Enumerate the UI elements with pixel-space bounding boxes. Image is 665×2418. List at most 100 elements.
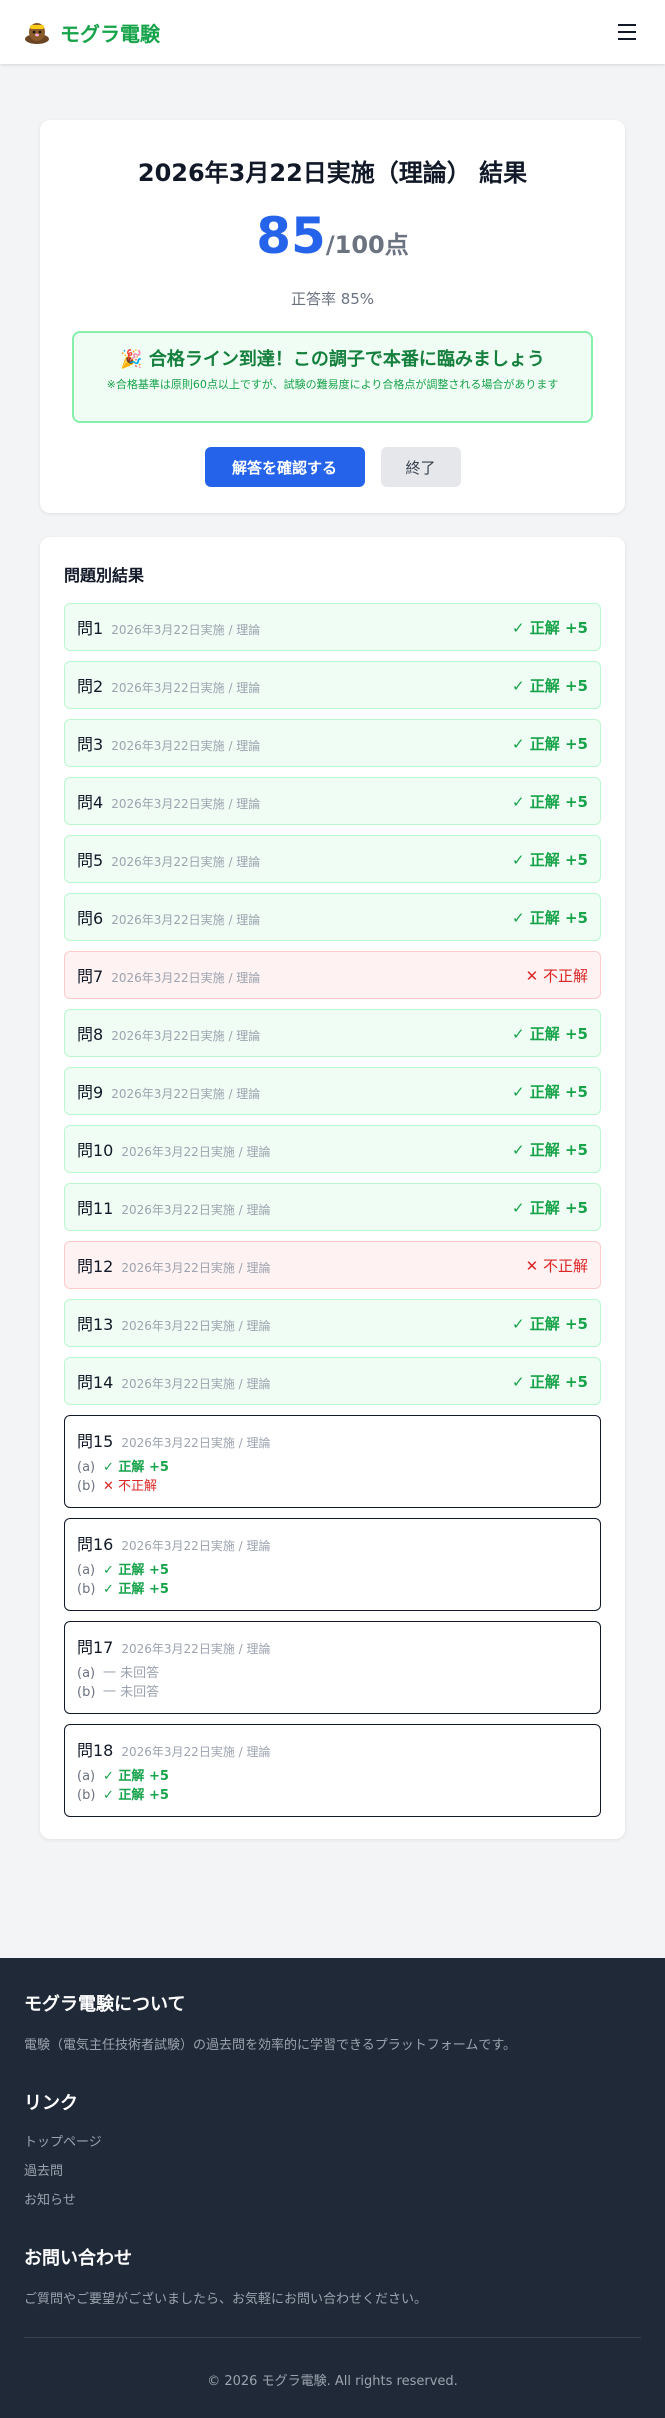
sub-question-label: (a) <box>77 1460 96 1475</box>
footer-contact-text: ご質問やご要望がございましたら、お気軽にお問い合わせください。 <box>24 2292 428 2307</box>
footer-link-news[interactable]: お知らせ <box>24 2189 641 2208</box>
question-result: ✓ 正解 +5 <box>511 676 588 695</box>
question-source: 2026年3月22日実施 / 理論 <box>121 1436 271 1450</box>
question-row[interactable]: 問14 2026年3月22日実施 / 理論 ✓ 正解 +5 <box>64 1357 601 1405</box>
sub-question-row: (a) ✓ 正解 +5 <box>77 1561 588 1580</box>
question-number: 問18 <box>77 1741 114 1760</box>
question-source: 2026年3月22日実施 / 理論 <box>111 739 261 753</box>
score-max: /100点 <box>325 231 409 259</box>
question-info: 問16 2026年3月22日実施 / 理論 <box>77 1531 588 1555</box>
question-result: ✓ 正解 +5 <box>511 908 588 927</box>
sub-question-label: (b) <box>77 1685 96 1700</box>
question-info: 問3 2026年3月22日実施 / 理論 <box>77 731 260 755</box>
question-info: 問8 2026年3月22日実施 / 理論 <box>77 1021 260 1045</box>
question-info: 問17 2026年3月22日実施 / 理論 <box>77 1634 588 1658</box>
footer-divider <box>24 2337 641 2338</box>
question-row-multi[interactable]: 問15 2026年3月22日実施 / 理論 (a) ✓ 正解 +5 (b) ✕ 不正解 <box>64 1415 601 1508</box>
question-result: ✓ 正解 +5 <box>511 1198 588 1217</box>
page-title: 2026年3月22日実施（理論） 結果 <box>137 159 528 187</box>
footer-link-top[interactable]: トップページ <box>24 2131 641 2150</box>
question-info: 問11 2026年3月22日実施 / 理論 <box>77 1195 271 1219</box>
footer-link-past-questions[interactable]: 過去問 <box>24 2160 641 2179</box>
question-result: ✓ 正解 +5 <box>511 1314 588 1333</box>
question-row[interactable]: 問6 2026年3月22日実施 / 理論 ✓ 正解 +5 <box>64 893 601 941</box>
question-row-multi[interactable]: 問17 2026年3月22日実施 / 理論 (a) 一 未回答 (b) 一 未回答 <box>64 1621 601 1714</box>
question-info: 問2 2026年3月22日実施 / 理論 <box>77 673 260 697</box>
question-row[interactable]: 問13 2026年3月22日実施 / 理論 ✓ 正解 +5 <box>64 1299 601 1347</box>
question-source: 2026年3月22日実施 / 理論 <box>111 1029 261 1043</box>
question-row[interactable]: 問9 2026年3月22日実施 / 理論 ✓ 正解 +5 <box>64 1067 601 1115</box>
question-source: 2026年3月22日実施 / 理論 <box>121 1377 271 1391</box>
sub-question-row: (b) 一 未回答 <box>77 1683 588 1702</box>
sub-question-list: (a) ✓ 正解 +5 (b) ✓ 正解 +5 <box>77 1767 588 1805</box>
accuracy-rate: 正答率 85% <box>290 290 375 308</box>
question-row[interactable]: 問1 2026年3月22日実施 / 理論 ✓ 正解 +5 <box>64 603 601 651</box>
question-source: 2026年3月22日実施 / 理論 <box>121 1539 271 1553</box>
question-row[interactable]: 問2 2026年3月22日実施 / 理論 ✓ 正解 +5 <box>64 661 601 709</box>
question-result: ✓ 正解 +5 <box>511 1082 588 1101</box>
sub-question-result: ✓ 正解 +5 <box>103 1563 169 1578</box>
pass-banner: 🎉 合格ライン到達！この調子で本番に臨みましょう ※合格基準は原則60点以上です… <box>72 331 593 423</box>
question-info: 問5 2026年3月22日実施 / 理論 <box>77 847 260 871</box>
footer-contact-title: お問い合わせ <box>24 2248 132 2269</box>
sub-question-result: 一 未回答 <box>103 1685 160 1700</box>
sub-question-label: (b) <box>77 1479 96 1494</box>
question-info: 問9 2026年3月22日実施 / 理論 <box>77 1079 260 1103</box>
question-number: 問7 <box>77 967 104 986</box>
pass-note: ※合格基準は原則60点以上ですが、試験の難易度により合格点が調整される場合があり… <box>106 378 559 391</box>
question-result: ✓ 正解 +5 <box>511 734 588 753</box>
question-info: 問6 2026年3月22日実施 / 理論 <box>77 905 260 929</box>
question-number: 問5 <box>77 851 104 870</box>
question-number: 問13 <box>77 1315 114 1334</box>
question-source: 2026年3月22日実施 / 理論 <box>121 1145 271 1159</box>
confirm-answers-button[interactable]: 解答を確認する <box>204 447 365 487</box>
question-source: 2026年3月22日実施 / 理論 <box>111 797 261 811</box>
question-source: 2026年3月22日実施 / 理論 <box>121 1642 271 1656</box>
pass-message: 🎉 合格ライン到達！この調子で本番に臨みましょう <box>120 349 545 370</box>
question-result: ✓ 正解 +5 <box>511 1372 588 1391</box>
question-source: 2026年3月22日実施 / 理論 <box>111 971 261 985</box>
sub-question-list: (a) ✓ 正解 +5 (b) ✕ 不正解 <box>77 1458 588 1496</box>
question-row[interactable]: 問7 2026年3月22日実施 / 理論 ✕ 不正解 <box>64 951 601 999</box>
question-info: 問18 2026年3月22日実施 / 理論 <box>77 1737 588 1761</box>
question-row[interactable]: 問11 2026年3月22日実施 / 理論 ✓ 正解 +5 <box>64 1183 601 1231</box>
question-number: 問4 <box>77 793 104 812</box>
sub-question-row: (a) ✓ 正解 +5 <box>77 1767 588 1786</box>
question-source: 2026年3月22日実施 / 理論 <box>121 1319 271 1333</box>
question-row-multi[interactable]: 問16 2026年3月22日実施 / 理論 (a) ✓ 正解 +5 (b) ✓ 正解 +5 <box>64 1518 601 1611</box>
sub-question-label: (a) <box>77 1666 96 1681</box>
question-result: ✓ 正解 +5 <box>511 1024 588 1043</box>
question-number: 問1 <box>77 619 104 638</box>
question-number: 問17 <box>77 1638 114 1657</box>
sub-question-result: ✕ 不正解 <box>103 1479 158 1494</box>
footer-about-text: 電験（電気主任技術者試験）の過去問を効率的に学習できるプラットフォームです。 <box>24 2038 517 2053</box>
brand[interactable]: モグラ電験 <box>24 18 160 47</box>
question-row[interactable]: 問10 2026年3月22日実施 / 理論 ✓ 正解 +5 <box>64 1125 601 1173</box>
hamburger-menu-icon[interactable] <box>613 18 641 46</box>
question-row[interactable]: 問12 2026年3月22日実施 / 理論 ✕ 不正解 <box>64 1241 601 1289</box>
end-button[interactable]: 終了 <box>380 447 461 487</box>
question-number: 問9 <box>77 1083 104 1102</box>
question-result: ✓ 正解 +5 <box>511 618 588 637</box>
sub-question-label: (b) <box>77 1582 96 1597</box>
question-row[interactable]: 問5 2026年3月22日実施 / 理論 ✓ 正解 +5 <box>64 835 601 883</box>
question-source: 2026年3月22日実施 / 理論 <box>111 681 261 695</box>
sub-question-list: (a) 一 未回答 (b) 一 未回答 <box>77 1664 588 1702</box>
question-info: 問10 2026年3月22日実施 / 理論 <box>77 1137 271 1161</box>
question-row[interactable]: 問4 2026年3月22日実施 / 理論 ✓ 正解 +5 <box>64 777 601 825</box>
score-card: 2026年3月22日実施（理論） 結果 85/100点 正答率 85% 🎉 合格… <box>40 120 625 513</box>
results-title: 問題別結果 <box>64 566 145 585</box>
question-info: 問4 2026年3月22日実施 / 理論 <box>77 789 260 813</box>
question-info: 問12 2026年3月22日実施 / 理論 <box>77 1253 271 1277</box>
sub-question-list: (a) ✓ 正解 +5 (b) ✓ 正解 +5 <box>77 1561 588 1599</box>
question-row[interactable]: 問3 2026年3月22日実施 / 理論 ✓ 正解 +5 <box>64 719 601 767</box>
footer-links: トップページ 過去問 お知らせ <box>24 2131 641 2208</box>
question-number: 問11 <box>77 1199 114 1218</box>
copyright: © 2026 モグラ電験. All rights reserved. <box>207 2374 458 2389</box>
question-row-multi[interactable]: 問18 2026年3月22日実施 / 理論 (a) ✓ 正解 +5 (b) ✓ 正解 +5 <box>64 1724 601 1817</box>
question-number: 問6 <box>77 909 104 928</box>
question-number: 問3 <box>77 735 104 754</box>
sub-question-result: ✓ 正解 +5 <box>103 1769 169 1784</box>
footer-links-title: リンク <box>24 2093 78 2114</box>
question-row[interactable]: 問8 2026年3月22日実施 / 理論 ✓ 正解 +5 <box>64 1009 601 1057</box>
